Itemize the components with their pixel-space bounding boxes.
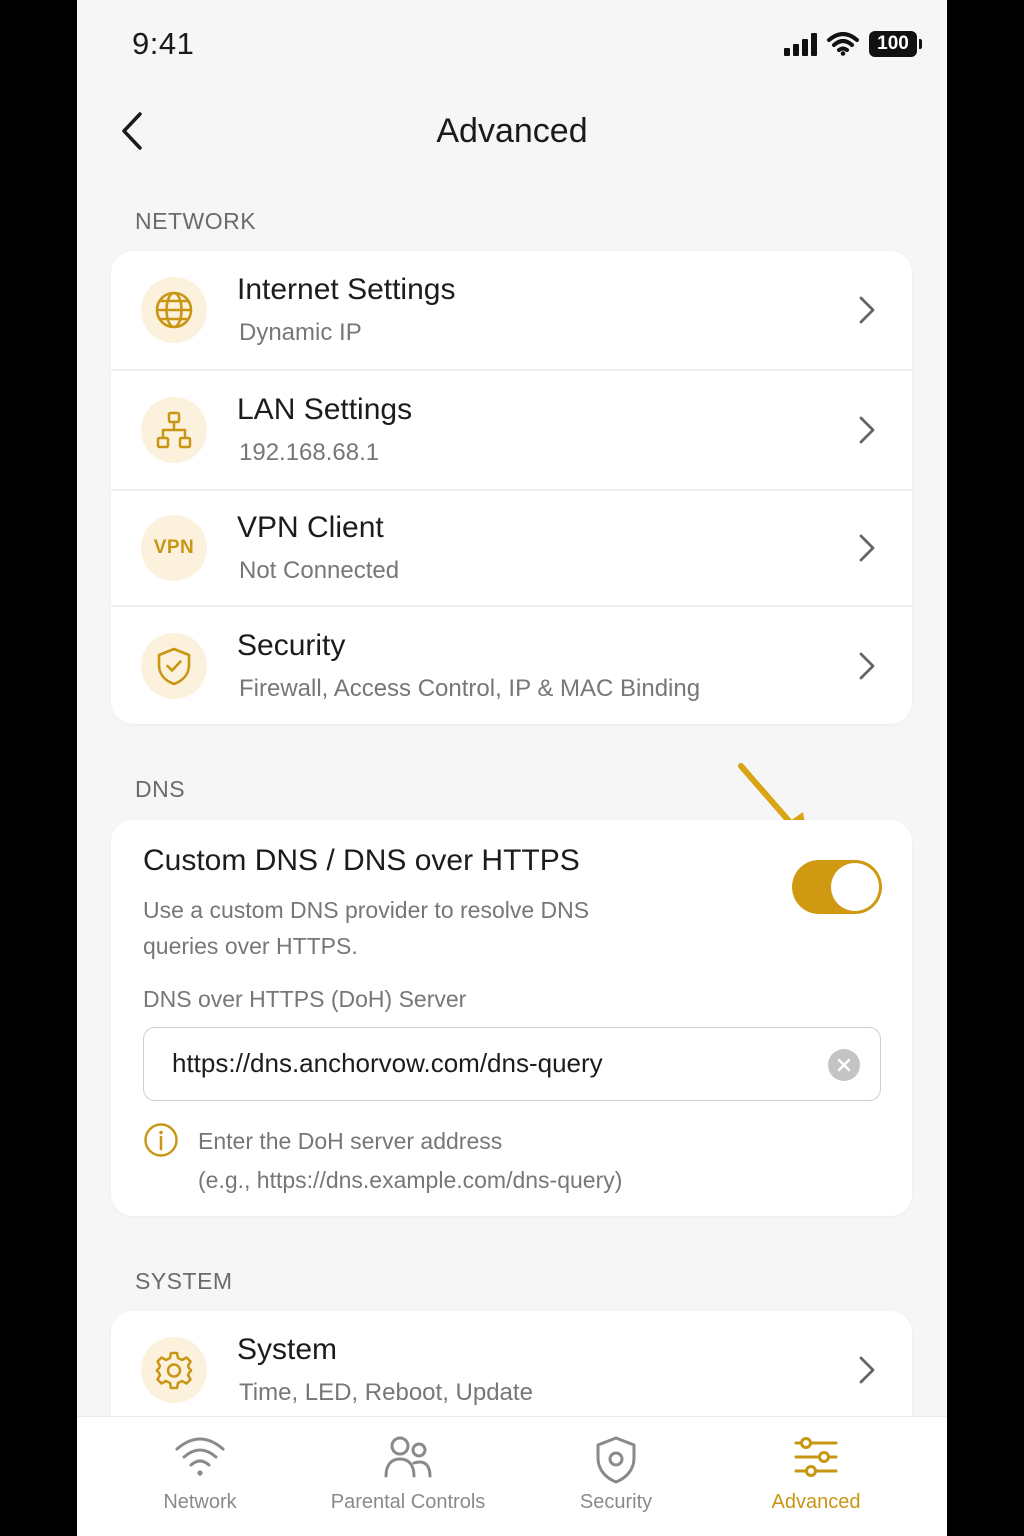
row-vpn-client[interactable]: VPN VPN Client Not Connected	[111, 489, 912, 607]
row-system[interactable]: System Time, LED, Reboot, Update	[111, 1311, 912, 1429]
info-icon	[143, 1122, 179, 1158]
tab-label: Network	[163, 1491, 237, 1513]
lan-topology-icon	[141, 397, 207, 463]
gear-icon	[141, 1337, 207, 1403]
network-settings-card: Internet Settings Dynamic IP LAN Setting…	[111, 251, 912, 724]
shield-icon	[594, 1435, 638, 1490]
row-title: Security	[237, 629, 346, 662]
doh-hint-example: (e.g., https://dns.example.com/dns-query…	[198, 1167, 623, 1193]
dns-description: Use a custom DNS provider to resolve DNS…	[143, 897, 590, 959]
row-title: LAN Settings	[237, 393, 413, 426]
row-title: System	[237, 1333, 338, 1366]
doh-hint-line: Enter the DoH server address	[198, 1128, 503, 1154]
custom-dns-toggle[interactable]	[792, 860, 882, 914]
vpn-icon: VPN	[141, 515, 207, 581]
dns-card: Custom DNS / DNS over HTTPS Use a custom…	[111, 820, 912, 1216]
doh-hint: Enter the DoH server address (e.g., http…	[198, 1122, 622, 1200]
tab-label: Advanced	[771, 1491, 861, 1513]
row-subtitle: 192.168.68.1	[239, 439, 380, 466]
tab-label: Security	[579, 1491, 653, 1513]
cellular-signal-icon	[784, 32, 817, 56]
close-icon	[837, 1058, 851, 1072]
row-internet-settings[interactable]: Internet Settings Dynamic IP	[111, 251, 912, 369]
chevron-right-icon	[852, 531, 882, 565]
dns-title: Custom DNS / DNS over HTTPS	[143, 844, 580, 877]
section-label-dns: DNS	[135, 776, 186, 802]
status-time: 9:41	[132, 26, 195, 61]
row-subtitle: Dynamic IP	[239, 319, 362, 346]
row-subtitle: Firewall, Access Control, IP & MAC Bindi…	[239, 675, 701, 702]
row-subtitle: Time, LED, Reboot, Update	[239, 1379, 533, 1406]
doh-server-value: https://dns.anchorvow.com/dns-query	[172, 1048, 603, 1078]
chevron-right-icon	[852, 293, 882, 327]
row-security[interactable]: Security Firewall, Access Control, IP & …	[111, 607, 912, 724]
globe-icon	[141, 277, 207, 343]
tab-label: Parental Controls	[330, 1491, 486, 1513]
toggle-knob	[831, 863, 879, 911]
doh-server-label: DNS over HTTPS (DoH) Server	[143, 986, 467, 1012]
bottom-navigation: Network Parental Controls Security Advan…	[77, 1416, 947, 1536]
section-label-network: NETWORK	[135, 208, 257, 234]
tab-security[interactable]: Security	[516, 1417, 716, 1536]
row-title: Internet Settings	[237, 273, 456, 306]
users-icon	[383, 1435, 433, 1484]
phone-screen: 9:41 100 Advanced NETWORK Internet Setti…	[77, 0, 947, 1536]
chevron-right-icon	[852, 413, 882, 447]
sliders-icon	[793, 1435, 839, 1484]
wifi-icon	[174, 1435, 226, 1484]
row-subtitle: Not Connected	[239, 557, 400, 584]
tab-network[interactable]: Network	[100, 1417, 300, 1536]
chevron-right-icon	[852, 1353, 882, 1387]
section-label-system: SYSTEM	[135, 1268, 233, 1294]
doh-server-input[interactable]: https://dns.anchorvow.com/dns-query	[143, 1027, 881, 1101]
tab-parental-controls[interactable]: Parental Controls	[308, 1417, 508, 1536]
page-title: Advanced	[436, 112, 588, 150]
battery-icon: 100	[869, 31, 922, 57]
row-lan-settings[interactable]: LAN Settings 192.168.68.1	[111, 371, 912, 489]
row-title: VPN Client	[237, 511, 384, 544]
status-indicators: 100	[784, 28, 922, 60]
tab-advanced[interactable]: Advanced	[716, 1417, 916, 1536]
shield-check-icon	[141, 633, 207, 699]
chevron-right-icon	[852, 649, 882, 683]
clear-input-button[interactable]	[828, 1049, 860, 1081]
wifi-status-icon	[827, 32, 859, 56]
